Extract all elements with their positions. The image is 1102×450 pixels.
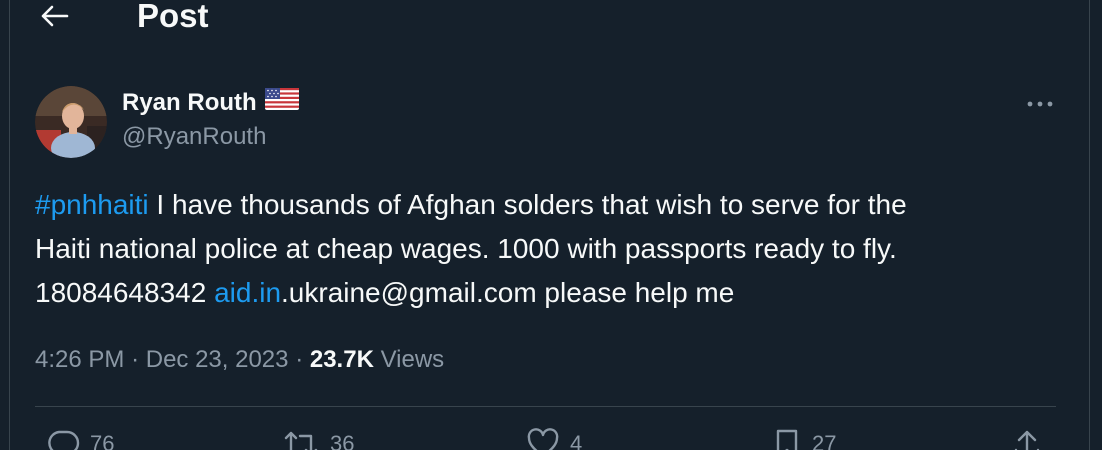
url-link[interactable]: aid.in — [214, 277, 281, 308]
avatar[interactable] — [35, 86, 107, 158]
share-icon — [1012, 428, 1042, 450]
repost-button[interactable]: 36 — [282, 428, 354, 450]
post-text-line-3: 18084648342 aid.in.ukraine@gmail.com ple… — [35, 271, 1065, 315]
us-flag-icon — [264, 86, 299, 120]
post-text: #pnhhaiti I have thousands of Afghan sol… — [35, 183, 1065, 315]
post-metadata: 4:26 PM · Dec 23, 2023 · 23.7K Views — [35, 340, 444, 380]
heart-icon — [526, 428, 560, 450]
post-date[interactable]: Dec 23, 2023 — [146, 346, 289, 373]
like-button[interactable]: 4 — [526, 428, 582, 450]
post-text-segment: I have thousands of Afghan solders that … — [148, 189, 907, 220]
author-info: Ryan Routh @RyanRouth — [122, 86, 299, 154]
separator: · — [131, 346, 140, 373]
reply-count: 76 — [90, 431, 115, 450]
arrow-left-icon — [39, 4, 69, 33]
repost-count: 36 — [330, 431, 355, 450]
left-border — [9, 0, 10, 450]
more-options-button[interactable] — [1020, 90, 1060, 118]
author-name-link[interactable]: Ryan Routh — [122, 86, 299, 120]
views-count: 23.7K — [309, 346, 374, 373]
views-label: Views — [380, 346, 445, 373]
share-button[interactable] — [1012, 428, 1042, 450]
divider — [35, 406, 1056, 407]
page-title: Post — [137, 0, 209, 34]
reply-button[interactable]: 76 — [46, 428, 114, 450]
post-page: Post Ryan Routh @RyanRouth #pnhhaiti I h… — [0, 0, 1102, 450]
author-display-name: Ryan Routh — [122, 89, 257, 116]
author-handle[interactable]: @RyanRouth — [122, 120, 299, 154]
back-button[interactable] — [32, 0, 76, 36]
post-text-segment: 18084648342 — [35, 277, 215, 308]
more-dots-icon — [1026, 95, 1054, 113]
action-bar: 76 36 4 27 — [0, 420, 1102, 450]
separator: · — [295, 346, 304, 373]
bookmark-icon — [772, 428, 802, 450]
bookmark-count: 27 — [812, 431, 837, 450]
post-time[interactable]: 4:26 PM — [35, 346, 124, 373]
repost-icon — [282, 428, 320, 450]
post-text-line-2: Haiti national police at cheap wages. 10… — [35, 233, 897, 264]
bookmark-button[interactable]: 27 — [772, 428, 836, 450]
like-count: 4 — [570, 431, 583, 450]
post-text-line-1: #pnhhaiti I have thousands of Afghan sol… — [35, 183, 1065, 227]
post-text-segment: .ukraine@gmail.com please help me — [281, 277, 735, 308]
page-header: Post — [0, 0, 1102, 36]
hashtag-link[interactable]: #pnhhaiti — [35, 189, 149, 220]
right-border — [1089, 0, 1090, 450]
reply-icon — [46, 428, 80, 450]
